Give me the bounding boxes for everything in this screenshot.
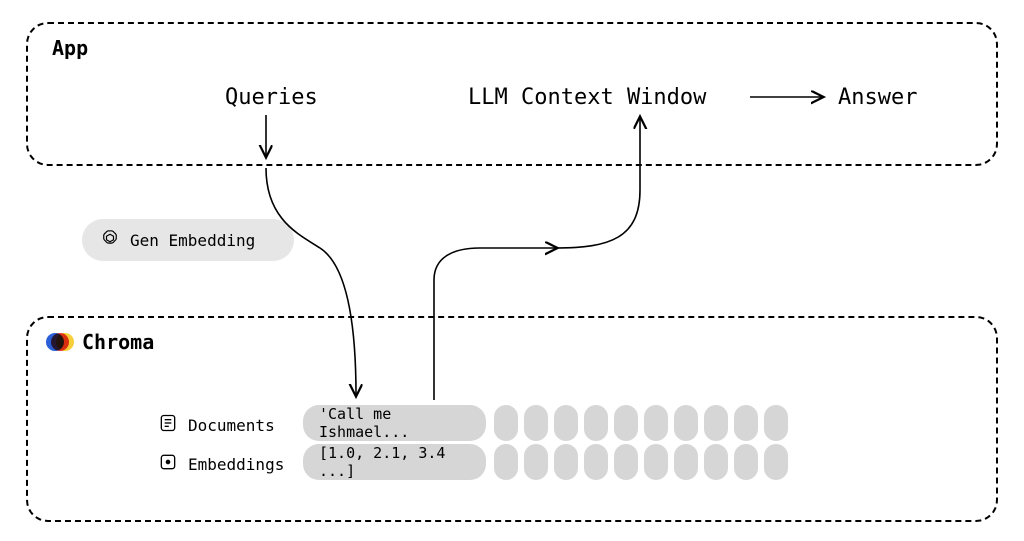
app-box-title: App <box>52 36 88 60</box>
ghost-doc-pill <box>524 405 548 441</box>
ghost-emb-pill <box>644 444 668 480</box>
ghost-emb-pill <box>524 444 548 480</box>
ghost-emb-pill <box>674 444 698 480</box>
ghost-doc-pill <box>644 405 668 441</box>
ghost-doc-pill <box>704 405 728 441</box>
chroma-logo-icon <box>46 331 74 353</box>
embeddings-label-text: Embeddings <box>188 455 284 474</box>
ghost-emb-pill <box>734 444 758 480</box>
embedding-icon <box>158 452 178 476</box>
documents-row-label: Documents <box>158 413 275 437</box>
ghost-emb-pill <box>614 444 638 480</box>
ghost-doc-pill <box>674 405 698 441</box>
ghost-emb-pill <box>704 444 728 480</box>
ghost-doc-pill <box>734 405 758 441</box>
documents-label-text: Documents <box>188 416 275 435</box>
chroma-logo: Chroma <box>46 330 154 354</box>
embedding-sample-pill: [1.0, 2.1, 3.4 ...] <box>303 444 486 480</box>
chroma-box-title: Chroma <box>82 330 154 354</box>
gen-embedding-label: Gen Embedding <box>130 231 255 250</box>
openai-icon <box>100 228 120 252</box>
queries-node: Queries <box>225 85 318 110</box>
ghost-doc-pill <box>554 405 578 441</box>
answer-node: Answer <box>838 85 917 110</box>
document-sample-pill: 'Call me Ishmael... <box>303 405 486 441</box>
ghost-emb-pill <box>494 444 518 480</box>
gen-embedding-pill: Gen Embedding <box>82 219 294 261</box>
ghost-emb-pill <box>554 444 578 480</box>
ghost-doc-pill <box>764 405 788 441</box>
ghost-doc-pill <box>614 405 638 441</box>
ghost-emb-pill <box>764 444 788 480</box>
ghost-doc-pill <box>494 405 518 441</box>
llm-context-node: LLM Context Window <box>468 85 706 110</box>
ghost-doc-pill <box>584 405 608 441</box>
embeddings-row-label: Embeddings <box>158 452 284 476</box>
ghost-emb-pill <box>584 444 608 480</box>
document-icon <box>158 413 178 437</box>
